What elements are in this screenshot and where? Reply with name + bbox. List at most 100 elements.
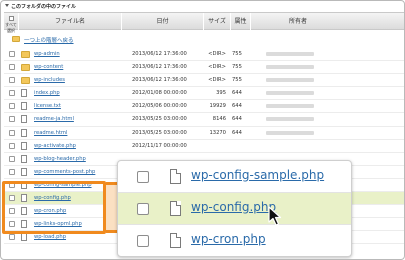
file-manager-panel: このフォルダの中のファイル すべて選択 ファイル名 日付 サイズ 属性 所有者 … bbox=[0, 0, 405, 260]
file-attr: 755 bbox=[232, 51, 242, 57]
file-attr: 755 bbox=[232, 77, 242, 84]
parent-directory-link[interactable]: 一つ上の階層へ戻る bbox=[24, 36, 74, 44]
owner-redacted bbox=[266, 91, 314, 96]
select-all-checkbox[interactable] bbox=[8, 16, 14, 21]
file-size: <DIR> bbox=[208, 77, 226, 84]
file-name-link[interactable]: wp-includes bbox=[34, 74, 65, 86]
file-name-link[interactable]: wp-activate.php bbox=[34, 140, 76, 152]
folder-icon bbox=[21, 77, 30, 85]
file-icon bbox=[21, 141, 27, 150]
file-icon bbox=[21, 102, 27, 111]
panel-title: このフォルダの中のファイル bbox=[1, 1, 404, 11]
file-size: 8146 bbox=[212, 116, 226, 123]
table-row[interactable]: wp-content 2013/06/12 17:36:00 <DIR> 755 bbox=[4, 61, 404, 75]
row-checkbox[interactable] bbox=[9, 116, 15, 123]
file-name-link[interactable]: wp-admin bbox=[34, 48, 60, 60]
row-checkbox[interactable] bbox=[9, 51, 15, 57]
row-checkbox[interactable] bbox=[9, 129, 15, 136]
parent-directory-row: 一つ上の階層へ戻る bbox=[4, 34, 404, 46]
file-icon bbox=[21, 154, 27, 163]
owner-redacted bbox=[266, 130, 314, 135]
file-date: 2013/06/12 17:36:00 bbox=[132, 77, 187, 84]
callout-row[interactable]: wp-config-sample.php bbox=[118, 161, 351, 193]
file-name-link[interactable]: wp-config.php bbox=[191, 200, 276, 214]
file-date: 2012/05/06 00:00:00 bbox=[132, 103, 187, 110]
owner-redacted bbox=[266, 104, 314, 109]
row-checkbox[interactable] bbox=[137, 171, 149, 183]
file-date: 2013/05/25 03:00:00 bbox=[132, 129, 187, 136]
file-attr: 644 bbox=[232, 129, 242, 136]
owner-redacted bbox=[266, 117, 314, 122]
file-icon bbox=[21, 115, 27, 124]
file-name-link[interactable]: wp-config-sample.php bbox=[191, 168, 324, 182]
file-attr: 644 bbox=[232, 103, 242, 110]
row-checkbox[interactable] bbox=[9, 155, 15, 162]
owner-redacted bbox=[266, 78, 314, 83]
folder-up-icon bbox=[12, 36, 20, 42]
file-icon bbox=[21, 89, 27, 98]
file-attr: 755 bbox=[232, 64, 242, 71]
owner-redacted bbox=[266, 52, 314, 56]
row-checkbox[interactable] bbox=[9, 142, 15, 149]
file-icon bbox=[21, 233, 27, 242]
file-name-link[interactable]: wp-cron.php bbox=[191, 232, 266, 246]
table-row[interactable]: wp-admin 2013/06/12 17:36:00 <DIR> 755 bbox=[4, 48, 404, 62]
select-all-label: すべて選択 bbox=[5, 22, 17, 33]
file-icon bbox=[170, 233, 181, 248]
file-name-link[interactable]: index.php bbox=[34, 87, 60, 99]
owner-redacted bbox=[266, 65, 314, 70]
collapse-triangle-icon[interactable] bbox=[5, 4, 9, 7]
column-header-attr[interactable]: 属性 bbox=[230, 13, 250, 30]
folder-icon bbox=[21, 64, 30, 72]
column-header-name[interactable]: ファイル名 bbox=[18, 13, 121, 30]
highlight-box bbox=[2, 181, 106, 234]
row-checkbox[interactable] bbox=[9, 103, 15, 110]
panel-title-text: このフォルダの中のファイル bbox=[11, 4, 77, 10]
file-date: 2013/06/12 17:36:00 bbox=[132, 64, 187, 71]
file-size: <DIR> bbox=[208, 64, 226, 71]
file-size: 19929 bbox=[209, 103, 226, 110]
folder-icon bbox=[21, 51, 30, 58]
row-checkbox[interactable] bbox=[137, 203, 149, 215]
row-checkbox[interactable] bbox=[137, 235, 149, 247]
callout-row-selected[interactable]: wp-config.php bbox=[118, 193, 351, 225]
file-size: <DIR> bbox=[208, 51, 226, 57]
file-date: 2013/06/12 17:36:00 bbox=[132, 51, 187, 57]
file-date: 2012/01/08 00:00:00 bbox=[132, 90, 187, 97]
table-row[interactable]: wp-activate.php 2012/11/17 00:00:00 bbox=[4, 140, 404, 153]
mouse-cursor-icon bbox=[268, 206, 282, 226]
table-header: すべて選択 ファイル名 日付 サイズ 属性 所有者 bbox=[4, 12, 404, 33]
zoom-callout: wp-config-sample.php wp-config.php wp-cr… bbox=[117, 160, 352, 257]
row-checkbox[interactable] bbox=[9, 234, 15, 241]
file-name-link[interactable]: wp-comments-post.php bbox=[34, 166, 95, 178]
table-row[interactable]: license.txt 2012/05/06 00:00:00 19929 644 bbox=[4, 100, 404, 114]
file-size: 395 bbox=[216, 90, 226, 97]
file-date: 2012/11/17 00:00:00 bbox=[132, 142, 187, 149]
row-checkbox[interactable] bbox=[9, 64, 15, 71]
row-checkbox[interactable] bbox=[9, 90, 15, 97]
file-name-link[interactable]: wp-content bbox=[34, 61, 63, 73]
file-icon bbox=[170, 201, 181, 216]
file-name-link[interactable]: license.txt bbox=[34, 100, 61, 112]
table-row[interactable]: readme-ja.html 2013/05/25 03:00:00 8146 644 bbox=[4, 113, 404, 127]
column-header-owner[interactable]: 所有者 bbox=[250, 13, 345, 30]
select-all-header[interactable]: すべて選択 bbox=[4, 13, 18, 33]
column-header-date[interactable]: 日付 bbox=[121, 13, 203, 30]
column-header-size[interactable]: サイズ bbox=[203, 13, 230, 30]
file-date: 2013/05/25 03:00:00 bbox=[132, 116, 187, 123]
file-icon bbox=[21, 128, 27, 137]
file-icon bbox=[170, 169, 181, 184]
file-size: 13270 bbox=[209, 129, 226, 136]
file-attr: 644 bbox=[232, 116, 242, 123]
row-checkbox[interactable] bbox=[9, 168, 15, 175]
row-checkbox[interactable] bbox=[9, 77, 15, 84]
file-name-link[interactable]: wp-blog-header.php bbox=[34, 153, 86, 165]
file-attr: 644 bbox=[232, 90, 242, 97]
file-name-link[interactable]: readme.html bbox=[34, 127, 67, 139]
file-name-link[interactable]: readme-ja.html bbox=[34, 113, 74, 125]
callout-row[interactable]: wp-cron.php bbox=[118, 225, 351, 256]
table-row[interactable]: wp-includes 2013/06/12 17:36:00 <DIR> 755 bbox=[4, 74, 404, 88]
file-icon bbox=[21, 167, 27, 176]
table-row[interactable]: readme.html 2013/05/25 03:00:00 13270 644 bbox=[4, 127, 404, 140]
table-row[interactable]: index.php 2012/01/08 00:00:00 395 644 bbox=[4, 87, 404, 101]
